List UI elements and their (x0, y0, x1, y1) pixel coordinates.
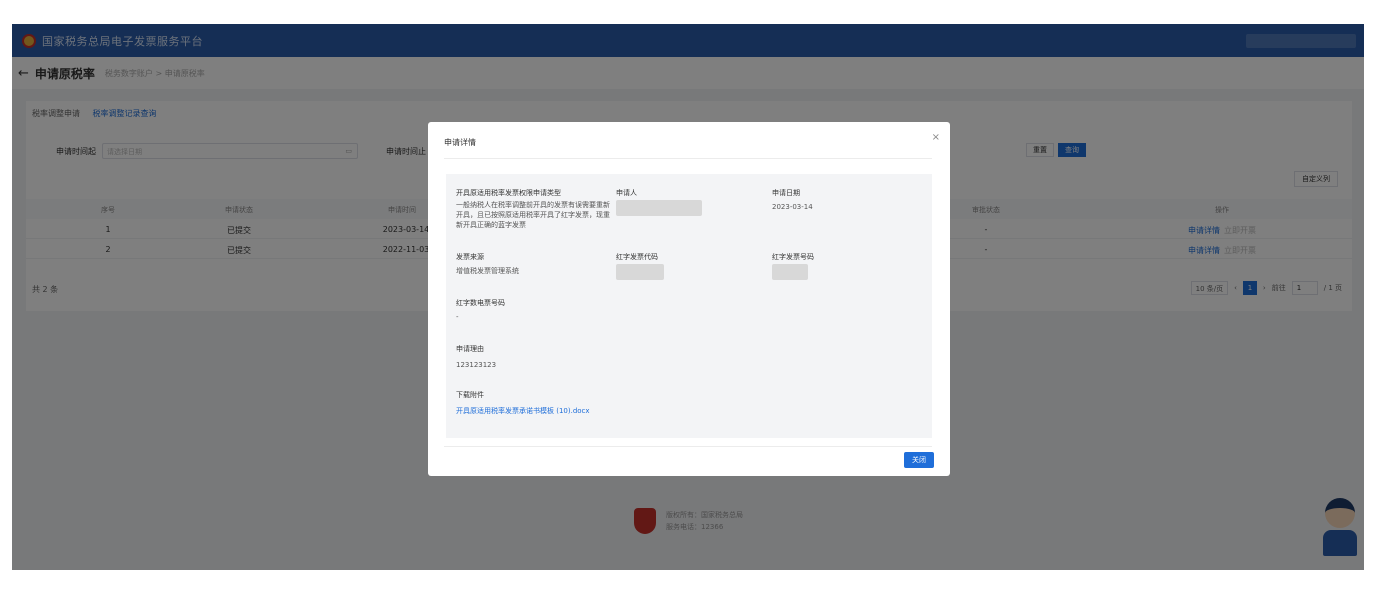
red-number-label: 红字发票号码 (772, 253, 814, 261)
divider (444, 446, 932, 447)
apply-date-value: 2023-03-14 (772, 203, 813, 211)
apply-date-label: 申请日期 (772, 189, 800, 197)
red-number-redacted (772, 264, 808, 280)
source-label: 发票来源 (456, 253, 484, 261)
type-label: 开具原适用税率发票权限申请类型 (456, 189, 561, 197)
reason-label: 申请理由 (456, 345, 484, 353)
detail-body: 开具原适用税率发票权限申请类型 一般纳税人在税率调整前开具的发票有误需要重新开具… (446, 174, 932, 438)
red-code-redacted (616, 264, 664, 280)
close-button[interactable]: 关闭 (904, 452, 934, 468)
applicant-label: 申请人 (616, 189, 637, 197)
red-digital-label: 红字数电票号码 (456, 299, 505, 307)
divider (444, 158, 932, 159)
source-value: 增值税发票管理系统 (456, 267, 519, 275)
reason-value: 123123123 (456, 361, 497, 369)
attachment-link[interactable]: 开具原适用税率发票承诺书模板 (10).docx (456, 406, 590, 416)
red-code-label: 红字发票代码 (616, 253, 658, 261)
type-value: 一般纳税人在税率调整前开具的发票有误需要重新开具，且已按照原适用税率开具了红字发… (456, 201, 610, 229)
close-icon[interactable]: × (932, 132, 940, 143)
attachment-label: 下载附件 (456, 391, 484, 399)
red-digital-value: - (456, 313, 459, 321)
detail-modal: 申请详情 × 开具原适用税率发票权限申请类型 一般纳税人在税率调整前开具的发票有… (428, 122, 950, 476)
applicant-value-redacted (616, 200, 702, 216)
app-window: 国家税务总局电子发票服务平台 ← 申请原税率 税务数字账户 > 申请原税率 税率… (12, 24, 1364, 570)
modal-title: 申请详情 (444, 138, 476, 147)
